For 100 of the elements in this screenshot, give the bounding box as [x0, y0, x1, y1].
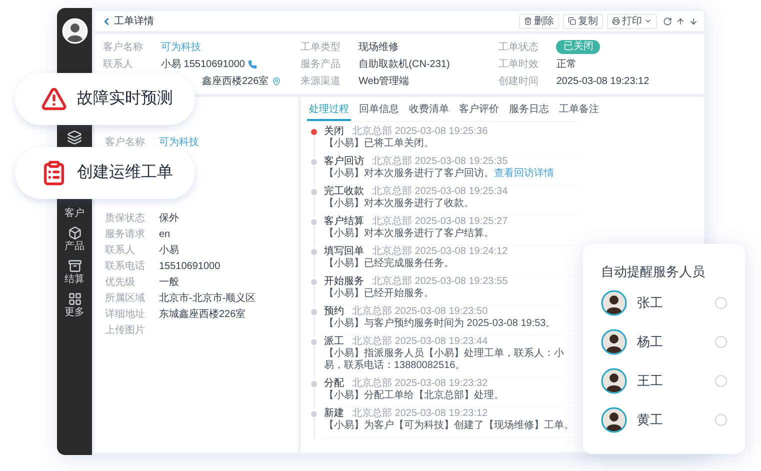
toolbar-button[interactable]: 删除 [519, 14, 559, 28]
detail-value: 小易 [159, 244, 179, 258]
event-time: 北京总部 2025-03-08 19:25:27 [372, 216, 508, 228]
detail-value: en [159, 228, 170, 242]
event-time: 北京总部 2025-03-08 19:23:44 [352, 336, 488, 348]
detail-value: 东城鑫座西楼226室 [159, 308, 246, 322]
field-label: 服务产品 [300, 58, 342, 72]
event-time: 北京总部 2025-03-08 19:25:34 [372, 186, 508, 198]
event-message: 【小易】已将工单关闭。 [324, 138, 434, 149]
detail-label: 优先级 [105, 276, 136, 290]
clipboard-icon [41, 160, 67, 186]
field-value: 自助取款机(CN-231) [358, 58, 450, 72]
field-label: 工单状态 [498, 40, 540, 54]
printer-icon [612, 17, 620, 25]
tab[interactable]: 工单备注 [557, 101, 601, 121]
event-title: 填写回单 [324, 246, 364, 258]
event-message: 【小易】对本次服务进行了收款。 [324, 198, 474, 209]
phone-icon[interactable] [248, 60, 257, 68]
person-name: 杨工 [637, 332, 663, 351]
event-title: 新建 [324, 408, 344, 420]
sidebar-label[interactable]: 更多 [64, 306, 84, 319]
event-time: 北京总部 2025-03-08 19:23:12 [352, 408, 488, 420]
radio-button[interactable] [715, 374, 727, 386]
field-value: 现场维修 [358, 40, 399, 54]
tab[interactable]: 客户评价 [457, 101, 501, 121]
avatar [601, 328, 627, 354]
tab[interactable]: 收费清单 [407, 101, 451, 121]
grid-icon[interactable] [68, 292, 82, 306]
avatar [601, 290, 627, 316]
event-time: 北京总部 2025-03-08 19:23:55 [372, 276, 508, 288]
avatar [601, 368, 627, 394]
copy-icon [568, 17, 576, 25]
down-arrow-icon[interactable] [689, 16, 698, 26]
event-time: 北京总部 2025-03-08 19:25:36 [352, 126, 488, 138]
event-time: 北京总部 2025-03-08 19:23:32 [352, 378, 488, 390]
field-value: 鑫座西楼226室 [202, 74, 269, 88]
tab[interactable]: 服务日志 [507, 101, 551, 121]
event-message: 【小易】与客户预约服务时间为 2025-03-08 19:53。 [324, 318, 556, 329]
toolbar-button[interactable]: 复制 [563, 14, 603, 28]
field-value: 小易 15510691000 [161, 58, 245, 72]
detail-label: 上传图片 [105, 324, 146, 338]
event-title: 客户结算 [324, 216, 364, 228]
detail-label: 服务请求 [105, 228, 146, 242]
event-title: 派工 [324, 336, 344, 348]
event-title: 完工收款 [324, 186, 364, 198]
radio-button[interactable] [715, 296, 727, 308]
event-message: 【小易】分配工单给【北京总部】处理。 [324, 390, 504, 401]
event-time: 北京总部 2025-03-08 19:25:35 [372, 156, 508, 168]
tab[interactable]: 回单信息 [357, 101, 401, 121]
field-label: 联系人 [103, 58, 134, 72]
event-message: 【小易】已经完成服务任务。 [324, 258, 454, 269]
up-arrow-icon[interactable] [676, 16, 685, 26]
page-title: 工单详情 [114, 14, 154, 28]
sidebar-label[interactable]: 结算 [64, 273, 84, 286]
field-value: Web管理端 [358, 74, 410, 88]
trash-icon [524, 17, 532, 25]
status-badge: 已关闭 [556, 40, 600, 54]
field-label: 工单时效 [498, 58, 540, 72]
radio-button[interactable] [715, 414, 727, 426]
feature-label: 创建运维工单 [77, 162, 173, 183]
archive-icon[interactable] [68, 259, 82, 273]
field-label: 创建时间 [498, 74, 540, 88]
event-title: 预约 [324, 306, 344, 318]
event-time: 北京总部 2025-03-08 19:23:50 [352, 306, 488, 318]
detail-value: 保外 [159, 212, 179, 226]
detail-label: 质保状态 [105, 212, 146, 226]
detail-value: 北京市-北京市-顺义区 [159, 292, 256, 306]
person-name: 张工 [637, 294, 663, 312]
refresh-icon[interactable] [663, 16, 672, 26]
sidebar-label[interactable]: 客户 [64, 207, 84, 220]
reminder-title: 自动提醒服务人员 [601, 263, 706, 281]
layers-icon[interactable] [67, 130, 82, 145]
warning-icon [41, 86, 67, 112]
field-label: 来源渠道 [300, 74, 342, 88]
detail-label: 所属区域 [105, 292, 146, 306]
detail-label: 详细地址 [105, 308, 146, 322]
event-time: 北京总部 2025-03-08 19:24:12 [372, 246, 508, 258]
detail-label: 联系人 [105, 244, 136, 258]
event-title: 开始服务 [324, 276, 364, 288]
radio-button[interactable] [715, 336, 727, 348]
field-value: 正常 [556, 58, 576, 72]
box-icon[interactable] [68, 226, 82, 240]
event-message: 【小易】指派服务人员【小易】处理工单，联系人：小易，联系电话：13880082516。 [324, 348, 564, 371]
event-message: 【小易】为客户【可为科技】创建了【现场维修】工单。 [324, 420, 574, 431]
event-title: 关闭 [324, 126, 344, 138]
avatar [601, 406, 627, 432]
caret-icon [644, 17, 652, 25]
field-value: 2025-03-08 19:23:12 [556, 74, 650, 88]
sidebar-label[interactable]: 产品 [64, 240, 84, 253]
toolbar-button[interactable]: 打印 [607, 14, 657, 28]
person-name: 黄工 [637, 410, 663, 429]
detail-value: 15510691000 [159, 260, 220, 274]
event-message: 【小易】对本次服务进行了客户回访。 [324, 168, 494, 179]
feature-label: 故障实时预测 [77, 88, 173, 109]
detail-value: 一般 [159, 276, 179, 290]
event-message: 【小易】已经开始服务。 [324, 288, 434, 299]
event-title: 客户回访 [324, 156, 364, 168]
detail-label: 客户名称 [105, 136, 146, 150]
detail-label: 联系电话 [105, 260, 146, 274]
field-label: 客户名称 [103, 40, 144, 54]
